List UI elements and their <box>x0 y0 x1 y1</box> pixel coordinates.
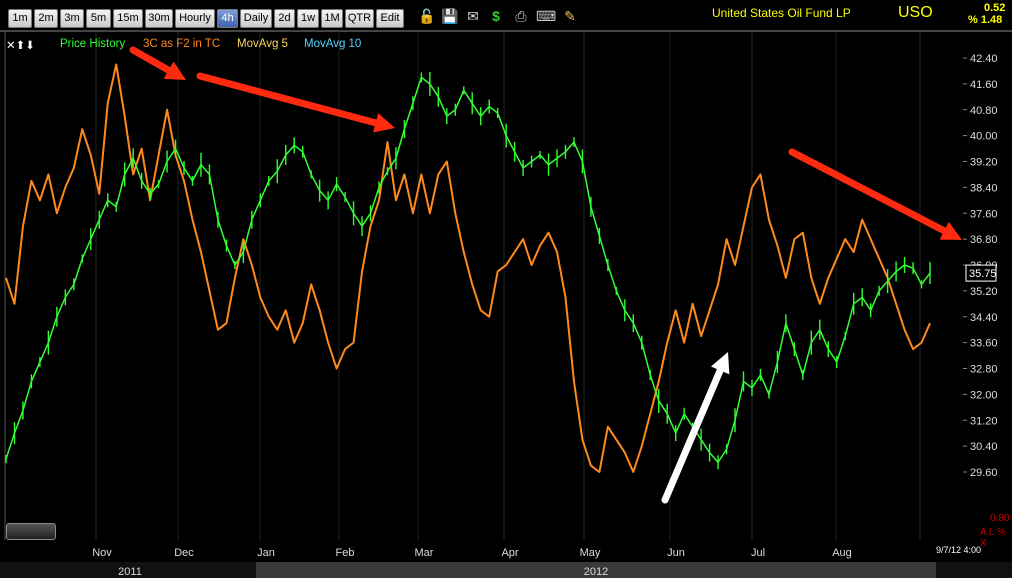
price-scale-label: 38.40 <box>970 182 998 194</box>
scroll-handle[interactable] <box>6 523 56 540</box>
legend-3c-indicator[interactable]: 3C as F2 in TC <box>143 38 220 50</box>
price-scale-label: 37.60 <box>970 208 998 220</box>
price-chart[interactable]: Nov Dec Jan Feb Mar Apr May Jun Jul Aug 2011 2012 42… <box>0 0 1012 578</box>
price-scale-label: 30.40 <box>970 441 998 453</box>
price-scale-label: 39.20 <box>970 157 998 169</box>
annotation-arrow-red-2 <box>196 72 395 133</box>
year-label-2012: 2012 <box>584 566 608 578</box>
legend-controls[interactable]: ✕⬆⬇ <box>6 38 35 52</box>
price-scale-label: 34.40 <box>970 312 998 324</box>
price-scale-label: 32.80 <box>970 364 998 376</box>
price-scale-label: 41.60 <box>970 79 998 91</box>
indicator-value: 0.80 <box>990 513 1010 524</box>
price-scale-label: 35.20 <box>970 286 998 298</box>
price-scale-label: 40.80 <box>970 105 998 117</box>
month-label-aug: Aug <box>832 547 852 559</box>
indicator-controls[interactable]: A L % X <box>980 527 1012 549</box>
month-label-jul: Jul <box>751 547 765 559</box>
month-label-apr: Apr <box>501 547 518 559</box>
month-label-feb: Feb <box>336 547 355 559</box>
month-label-dec: Dec <box>174 547 194 559</box>
price-scale-label: 31.20 <box>970 415 998 427</box>
legend-movavg-5[interactable]: MovAvg 5 <box>237 38 288 50</box>
month-label-jan: Jan <box>257 547 275 559</box>
price-scale-label: 40.00 <box>970 131 998 143</box>
price-scale-label: 33.60 <box>970 338 998 350</box>
month-label-jun: Jun <box>667 547 685 559</box>
year-label-2011: 2011 <box>118 566 142 578</box>
price-scale-label: 36.80 <box>970 234 998 246</box>
price-scale-label: 32.00 <box>970 389 998 401</box>
annotation-arrow-white <box>661 352 730 504</box>
chart-top-border <box>0 30 1012 32</box>
month-label-mar: Mar <box>415 547 434 559</box>
date-stamp: 9/7/12 4:00 <box>936 545 982 555</box>
price-scale-label: 42.40 <box>970 53 998 65</box>
current-price-label: 35.75 <box>969 268 997 280</box>
annotation-arrow-red-3 <box>788 148 962 240</box>
indicator-line <box>5 63 931 473</box>
price-scale-label: 29.60 <box>970 467 998 479</box>
legend-price-history[interactable]: Price History <box>60 38 125 50</box>
month-label-nov: Nov <box>92 547 112 559</box>
legend-movavg-10[interactable]: MovAvg 10 <box>304 38 361 50</box>
month-label-may: May <box>580 547 601 559</box>
